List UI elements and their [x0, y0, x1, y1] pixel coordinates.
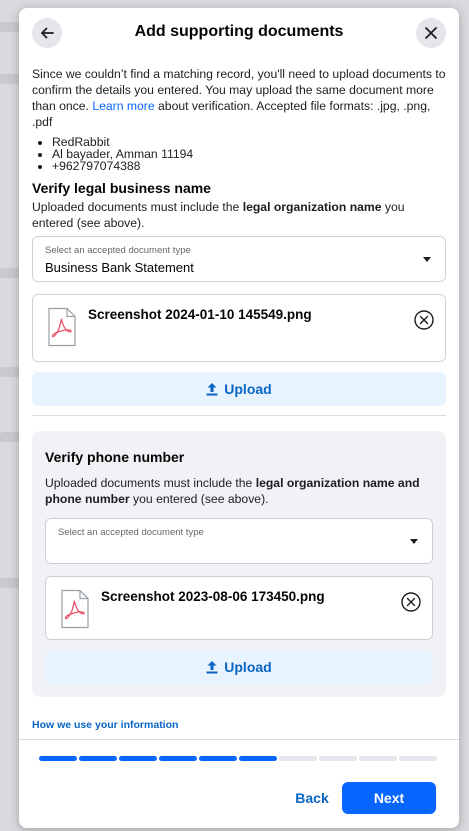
phone-section-description: Uploaded documents must include the lega…	[45, 475, 433, 507]
section-divider	[32, 415, 446, 416]
how-we-use-info-link[interactable]: How we use your information	[32, 719, 448, 731]
select-value: Business Bank Statement	[45, 260, 194, 275]
caret-down-icon	[423, 257, 431, 262]
progress-step	[159, 756, 197, 761]
legal-file-name: Screenshot 2024-01-10 145549.png	[88, 307, 312, 322]
business-phone: +962797074388	[52, 160, 448, 172]
progress-step	[279, 756, 317, 761]
legal-upload-button[interactable]: Upload	[32, 372, 446, 406]
phone-desc-end: you entered (see above).	[129, 492, 269, 506]
legal-name-section-description: Uploaded documents must include the lega…	[32, 199, 448, 231]
phone-uploaded-file: Screenshot 2023-08-06 173450.png	[45, 576, 433, 640]
phone-file-name: Screenshot 2023-08-06 173450.png	[101, 589, 325, 604]
phone-upload-button[interactable]: Upload	[45, 650, 433, 684]
arrow-left-icon	[41, 27, 54, 39]
progress-step	[239, 756, 277, 761]
upload-label: Upload	[224, 381, 272, 397]
dialog-title: Add supporting documents	[134, 23, 344, 40]
progress-step	[119, 756, 157, 761]
upload-label: Upload	[224, 659, 272, 675]
upload-arrow-icon	[206, 661, 218, 674]
pdf-file-icon	[48, 307, 76, 347]
phone-document-type-select[interactable]: Select an accepted document type	[45, 518, 433, 564]
legal-desc-bold: legal organization name	[242, 200, 382, 214]
legal-uploaded-file: Screenshot 2024-01-10 145549.png	[32, 294, 446, 362]
next-button[interactable]: Next	[342, 782, 436, 814]
caret-down-icon	[410, 539, 418, 544]
phone-section-title: Verify phone number	[45, 449, 185, 465]
select-label: Select an accepted document type	[58, 527, 204, 538]
pdf-file-icon	[61, 589, 89, 629]
intro-text: Since we couldn’t find a matching record…	[32, 66, 448, 130]
progress-step	[399, 756, 437, 761]
progress-step	[39, 756, 77, 761]
progress-step	[79, 756, 117, 761]
supporting-documents-dialog: Add supporting documents Since we couldn…	[19, 8, 459, 828]
legal-name-section-title: Verify legal business name	[32, 180, 211, 196]
dialog-header: Add supporting documents	[19, 8, 459, 58]
phone-desc-start: Uploaded documents must include the	[45, 476, 256, 490]
phone-verification-section: Verify phone number Uploaded documents m…	[32, 431, 446, 697]
legal-document-type-select[interactable]: Select an accepted document type Busines…	[32, 236, 446, 282]
upload-arrow-icon	[206, 383, 218, 396]
select-label: Select an accepted document type	[45, 245, 191, 256]
business-details-list: RedRabbit Al bayader, Amman 11194 +96279…	[32, 136, 448, 172]
progress-step	[199, 756, 237, 761]
back-arrow-button[interactable]	[32, 18, 62, 48]
progress-bar	[39, 756, 439, 761]
progress-step	[319, 756, 357, 761]
circle-x-icon[interactable]	[400, 591, 422, 613]
circle-x-icon[interactable]	[413, 309, 435, 331]
legal-desc-start: Uploaded documents must include the	[32, 200, 243, 214]
learn-more-link[interactable]: Learn more	[92, 99, 154, 113]
close-button[interactable]	[416, 18, 446, 48]
close-icon	[425, 27, 437, 39]
progress-step	[359, 756, 397, 761]
footer-divider	[19, 739, 459, 740]
back-button[interactable]: Back	[281, 782, 343, 814]
dialog-content: Since we couldn’t find a matching record…	[32, 66, 448, 731]
